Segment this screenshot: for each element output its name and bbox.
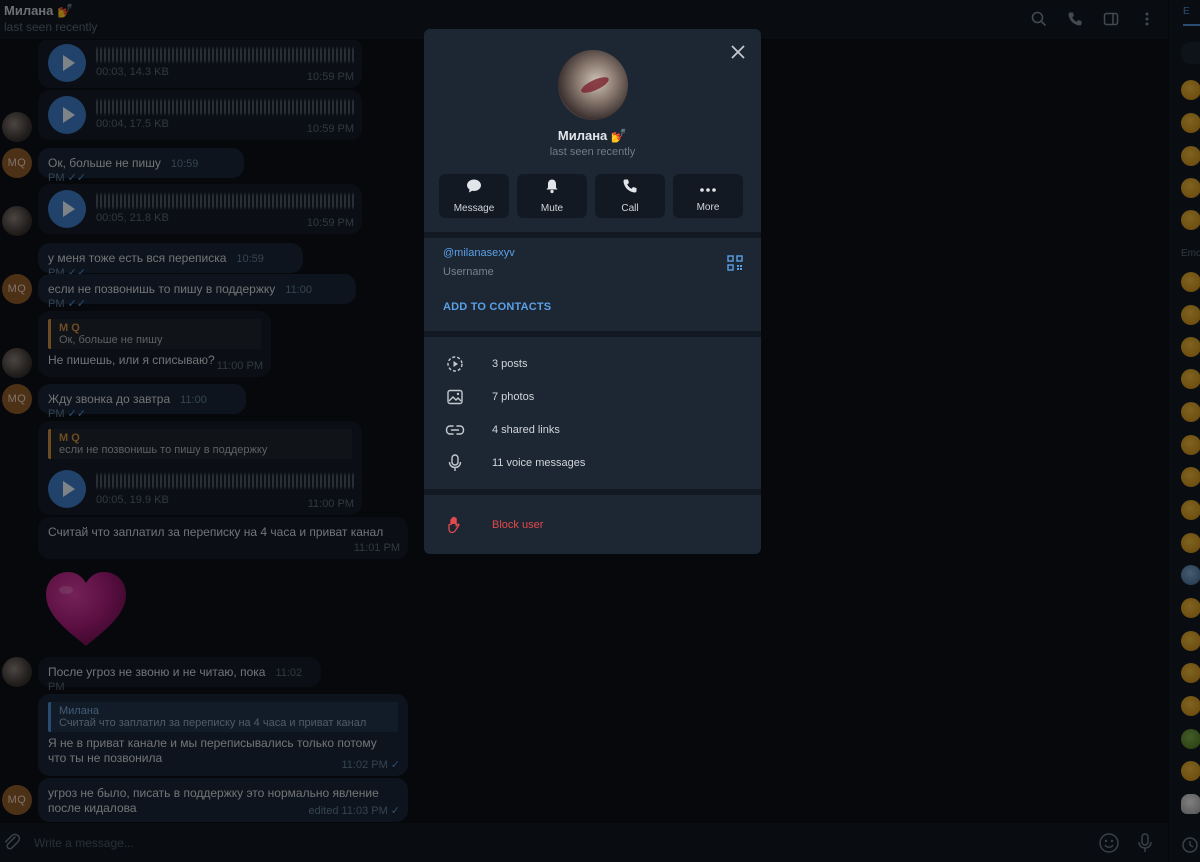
call-button[interactable]: Call — [595, 174, 665, 218]
mic-icon — [444, 452, 466, 474]
media-row-posts[interactable]: 3 posts — [444, 352, 744, 376]
media-label: 4 shared links — [492, 424, 560, 436]
username-value[interactable]: @milanasexyv — [443, 247, 515, 259]
qr-code-icon[interactable] — [727, 255, 743, 276]
message-button[interactable]: Message — [439, 174, 509, 218]
block-user-button[interactable]: Block user — [444, 513, 744, 537]
media-row-photos[interactable]: 7 photos — [444, 385, 744, 409]
divider — [424, 489, 761, 495]
divider — [424, 232, 761, 238]
block-user-label: Block user — [492, 519, 544, 531]
media-label: 7 photos — [492, 391, 535, 403]
message-icon — [466, 178, 482, 199]
profile-modal: Милана 💅 last seen recently Message Mute… — [424, 29, 761, 554]
profile-avatar[interactable] — [558, 50, 628, 120]
bell-icon — [544, 178, 560, 199]
hand-stop-icon — [444, 514, 466, 536]
more-icon — [699, 180, 717, 198]
phone-icon — [622, 178, 638, 199]
profile-actions: Message Mute Call More — [439, 174, 743, 218]
media-label: 11 voice messages — [492, 457, 586, 469]
divider — [424, 331, 761, 337]
username-label: Username — [443, 266, 494, 278]
close-icon[interactable] — [729, 43, 747, 61]
nail-polish-emoji: 💅 — [610, 128, 628, 143]
link-icon — [444, 419, 466, 441]
profile-name: Милана 💅 — [424, 128, 761, 144]
more-button[interactable]: More — [673, 174, 743, 218]
profile-status: last seen recently — [549, 146, 636, 158]
media-row-links[interactable]: 4 shared links — [444, 418, 744, 442]
add-to-contacts-button[interactable]: ADD TO CONTACTS — [443, 301, 551, 313]
profile-name-text: Милана — [557, 128, 608, 143]
photo-icon — [444, 386, 466, 408]
action-label: Mute — [540, 203, 564, 214]
posts-icon — [444, 353, 466, 375]
action-label: Message — [453, 203, 495, 214]
media-label: 3 posts — [492, 358, 528, 370]
action-label: Call — [621, 203, 639, 214]
mute-button[interactable]: Mute — [517, 174, 587, 218]
action-label: More — [696, 201, 720, 213]
media-row-voice[interactable]: 11 voice messages — [444, 451, 744, 475]
